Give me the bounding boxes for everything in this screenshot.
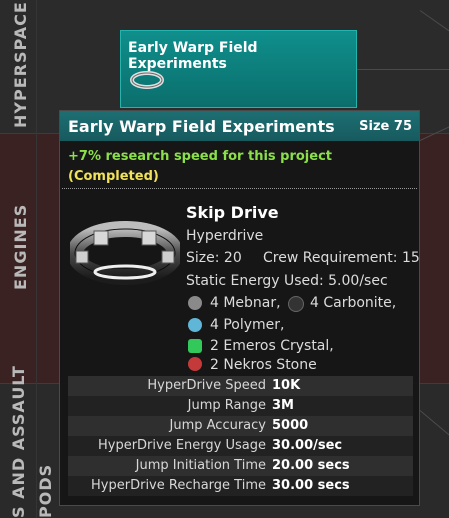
stat-label: HyperDrive Speed	[147, 378, 266, 393]
label-column-divider	[36, 0, 37, 518]
stat-value: 30.00/sec	[272, 438, 343, 453]
project-card-early-warp[interactable]: Early Warp Field Experiments	[120, 30, 357, 108]
mebnar-icon	[188, 296, 202, 310]
tooltip-header: Early Warp Field Experiments Size 75	[60, 111, 419, 141]
crew-requirement: Crew Requirement: 15	[263, 250, 420, 266]
stat-label: Jump Accuracy	[169, 418, 266, 433]
stat-value: 10K	[272, 378, 301, 393]
stat-value: 20.00 secs	[272, 458, 350, 473]
polymer-icon	[188, 318, 202, 332]
section-label-engines: ENGINES	[11, 203, 30, 290]
stat-value: 30.00 secs	[272, 478, 350, 493]
stat-label: Jump Initiation Time	[135, 458, 266, 473]
stat-row: HyperDrive Speed 10K	[68, 376, 413, 396]
component-name: Skip Drive	[186, 203, 279, 222]
resource-polymer: 4 Polymer,	[210, 317, 285, 333]
static-energy: Static Energy Used: 5.00/sec	[186, 273, 388, 289]
section-label-pods: PODS	[36, 463, 55, 518]
stat-row: HyperDrive Recharge Time 30.00 secs	[68, 476, 413, 496]
stat-label: Jump Range	[187, 398, 266, 413]
completion-status: (Completed)	[68, 169, 159, 184]
resource-nekros-stone: 2 Nekros Stone	[210, 357, 317, 373]
stats-table: HyperDrive Speed 10K Jump Range 3M Jump …	[68, 376, 413, 496]
component-type: Hyperdrive	[186, 228, 264, 244]
resource-carbonite: 4 Carbonite,	[310, 295, 397, 311]
resource-mebnar: 4 Mebnar,	[210, 295, 281, 311]
nekros-stone-icon	[188, 357, 202, 371]
stat-value: 3M	[272, 398, 294, 413]
skip-drive-image	[70, 221, 180, 285]
tree-connector-line	[357, 69, 449, 70]
stat-row: Jump Accuracy 5000	[68, 416, 413, 436]
stat-row: Jump Initiation Time 20.00 secs	[68, 456, 413, 476]
stat-value: 5000	[272, 418, 309, 433]
stat-row: HyperDrive Energy Usage 30.00/sec	[68, 436, 413, 456]
section-label-hyperspace: HYPERSPACE TECH	[11, 0, 30, 128]
section-label-assault: S AND ASSAULT	[9, 365, 28, 518]
tooltip-title: Early Warp Field Experiments	[68, 117, 335, 136]
resource-emeros-crystal: 2 Emeros Crystal,	[210, 338, 334, 354]
carbonite-icon	[288, 296, 304, 312]
skip-drive-icon	[130, 71, 164, 89]
stat-label: HyperDrive Recharge Time	[91, 478, 266, 493]
research-bonus-text: +7% research speed for this project	[68, 149, 333, 164]
stat-row: Jump Range 3M	[68, 396, 413, 416]
component-size: Size: 20	[186, 250, 242, 266]
tooltip-size: Size 75	[359, 119, 412, 134]
dotted-divider	[62, 188, 417, 189]
stat-label: HyperDrive Energy Usage	[97, 438, 266, 453]
project-tooltip: Early Warp Field Experiments Size 75 +7%…	[59, 110, 420, 506]
emeros-crystal-icon	[188, 339, 202, 353]
